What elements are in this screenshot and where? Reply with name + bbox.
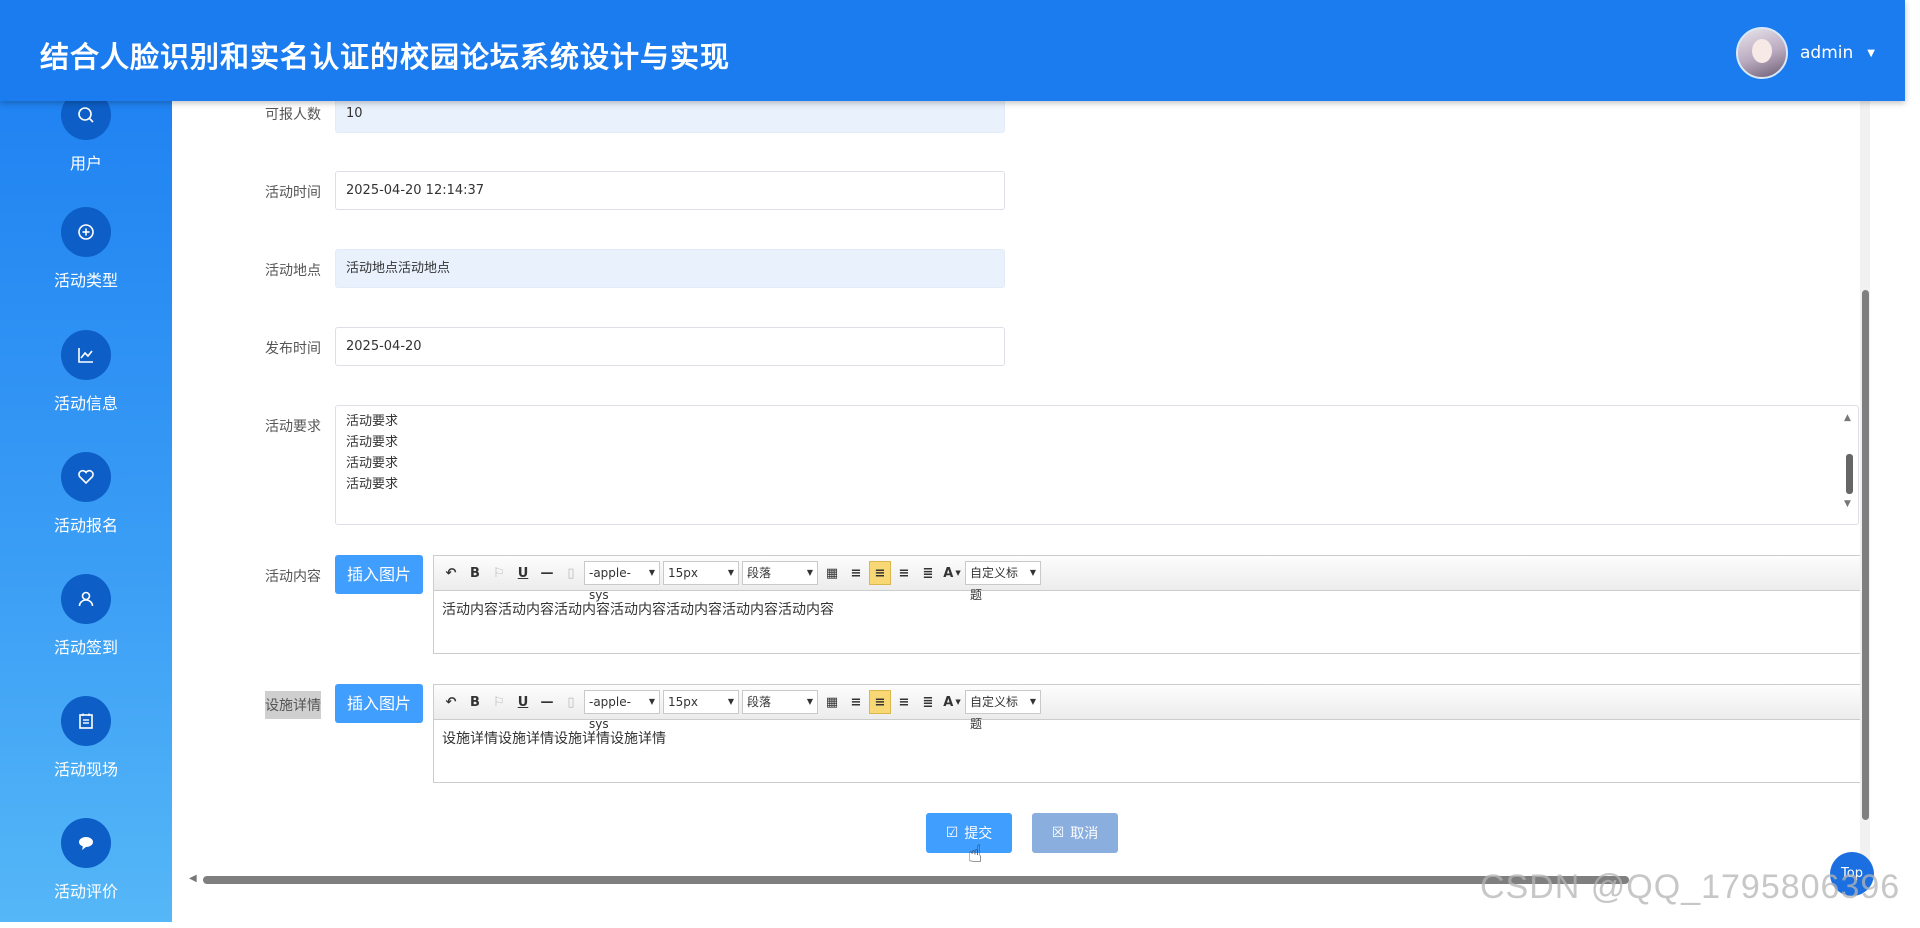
custom-title-select[interactable]: 自定义标题 ▼	[965, 561, 1041, 602]
horizontal-scroll-thumb[interactable]	[203, 876, 1629, 884]
requirements-line: 活动要求	[346, 414, 399, 429]
bold-icon[interactable]: B	[464, 561, 486, 585]
align-center-icon[interactable]: ≡	[893, 561, 915, 585]
scroll-up-icon[interactable]: ▲	[1844, 408, 1851, 429]
align-center-icon[interactable]: ≡	[893, 690, 915, 714]
insert-image-button[interactable]: 插入图片	[335, 684, 423, 723]
paste-icon[interactable]: ▯	[560, 561, 582, 585]
sidebar-item-label: 活动评价	[53, 882, 118, 901]
scroll-left-icon[interactable]: ◀	[189, 873, 197, 884]
align-right-icon[interactable]: ≡	[869, 561, 891, 585]
vertical-scroll-thumb[interactable]	[1862, 290, 1869, 820]
align-justify-icon[interactable]: ≣	[917, 690, 939, 714]
align-justify-icon[interactable]: ≣	[917, 561, 939, 585]
page-title: 结合人脸识别和实名认证的校园论坛系统设计与实现	[40, 40, 731, 74]
top-header: 结合人脸识别和实名认证的校园论坛系统设计与实现 admin ▼	[0, 0, 1905, 101]
heart-plus-icon	[61, 452, 111, 502]
table-icon[interactable]: ▦	[821, 561, 843, 585]
activity-time-input[interactable]: 2025-04-20 12:14:37	[335, 171, 1005, 210]
undo-icon[interactable]: ↶	[440, 561, 462, 585]
capacity-label: 可报人数	[265, 107, 321, 123]
horizontal-rule-icon[interactable]: —	[536, 561, 558, 585]
format-painter-icon[interactable]: ⚐	[488, 561, 510, 585]
paragraph-select[interactable]: 段落 ▼	[742, 690, 818, 714]
table-icon[interactable]: ▦	[821, 690, 843, 714]
cancel-label: 取消	[1070, 826, 1099, 842]
sidebar-item-label: 用户	[69, 154, 102, 173]
calendar-icon	[61, 696, 111, 746]
horizontal-rule-icon[interactable]: —	[536, 690, 558, 714]
sidebar-item-activity-signup[interactable]: 活动报名	[0, 452, 172, 562]
sidebar-item-activity-type[interactable]: 活动类型	[0, 207, 172, 317]
align-left-icon[interactable]: ≡	[845, 690, 867, 714]
editor-toolbar: ↶ B ⚐ U — ▯ -apple-sys ▼ 15px ▼ 段落 ▼ ▦ ≡ ≡ …	[434, 556, 1860, 602]
sidebar-item-label: 活动信息	[53, 394, 118, 413]
sidebar-item-activity-info[interactable]: 活动信息	[0, 330, 172, 440]
requirements-line: 活动要求	[346, 456, 399, 471]
underline-icon[interactable]: U	[512, 690, 534, 714]
underline-icon[interactable]: U	[512, 561, 534, 585]
custom-title-select[interactable]: 自定义标题 ▼	[965, 690, 1041, 731]
sidebar-item-label: 活动报名	[53, 516, 118, 535]
font-size-select[interactable]: 15px ▼	[663, 561, 739, 585]
line-chart-icon	[61, 330, 111, 380]
content-editor-body[interactable]: 活动内容活动内容活动内容活动内容活动内容活动内容活动内容	[434, 591, 1860, 653]
content-editor[interactable]: ↶ B ⚐ U — ▯ -apple-sys ▼ 15px ▼ 段落 ▼ ▦ ≡ ≡ …	[433, 555, 1861, 654]
requirements-line: 活动要求	[346, 477, 399, 492]
activity-location-label: 活动地点	[265, 263, 321, 279]
facilities-editor[interactable]: ↶ B ⚐ U — ▯ -apple-sys ▼ 15px ▼ 段落 ▼ ▦ ≡ ≡ …	[433, 684, 1861, 783]
requirements-line: 活动要求	[346, 435, 399, 450]
editor-toolbar: ↶ B ⚐ U — ▯ -apple-sys ▼ 15px ▼ 段落 ▼ ▦ ≡ ≡ …	[434, 685, 1860, 731]
user-icon	[61, 574, 111, 624]
watermark: CSDN @QQ_1795806396	[1480, 868, 1901, 906]
font-family-select[interactable]: -apple-sys ▼	[584, 690, 660, 731]
insert-image-button[interactable]: 插入图片	[335, 555, 423, 594]
publish-time-label: 发布时间	[265, 341, 321, 357]
textarea-scroll-thumb[interactable]	[1846, 454, 1853, 494]
username[interactable]: admin	[1800, 43, 1853, 63]
edit-icon: ☑	[945, 825, 959, 841]
requirements-label: 活动要求	[265, 419, 321, 435]
font-size-select[interactable]: 15px ▼	[663, 690, 739, 714]
sidebar-item-label: 活动现场	[53, 760, 118, 779]
user-menu[interactable]: admin ▼	[1736, 27, 1875, 79]
bold-icon[interactable]: B	[464, 690, 486, 714]
sidebar-item-activity-scene[interactable]: 活动现场	[0, 696, 172, 806]
sidebar-item-activity-review[interactable]: 活动评价	[0, 818, 172, 928]
scroll-down-icon[interactable]: ▼	[1844, 494, 1851, 515]
undo-icon[interactable]: ↶	[440, 690, 462, 714]
content-label: 活动内容	[265, 569, 321, 585]
font-family-select[interactable]: -apple-sys ▼	[584, 561, 660, 602]
sidebar-item-users[interactable]: 用户	[0, 90, 172, 200]
chat-icon	[61, 818, 111, 868]
cancel-icon: ☒	[1051, 825, 1065, 841]
paragraph-select[interactable]: 段落 ▼	[742, 561, 818, 585]
chevron-down-icon[interactable]: ▼	[1867, 48, 1875, 59]
activity-time-label: 活动时间	[265, 185, 321, 201]
avatar[interactable]	[1736, 27, 1789, 79]
plus-circle-icon	[61, 207, 111, 257]
font-color-icon[interactable]: A ▼	[941, 690, 963, 714]
pointer-cursor-icon: ☝	[968, 840, 983, 868]
facilities-label: 设施详情	[265, 691, 321, 719]
format-painter-icon[interactable]: ⚐	[488, 690, 510, 714]
requirements-textarea[interactable]: 活动要求 活动要求 活动要求 活动要求 ▲ ▼	[335, 405, 1859, 525]
sidebar-item-activity-checkin[interactable]: 活动签到	[0, 574, 172, 684]
sidebar-item-label: 活动类型	[53, 271, 118, 290]
align-left-icon[interactable]: ≡	[845, 561, 867, 585]
facilities-editor-body[interactable]: 设施详情设施详情设施详情设施详情	[434, 720, 1860, 782]
sidebar-item-label: 活动签到	[53, 638, 118, 657]
activity-location-input[interactable]: 活动地点活动地点	[335, 249, 1005, 288]
cancel-button[interactable]: ☒ 取消	[1032, 813, 1118, 853]
publish-time-input[interactable]: 2025-04-20	[335, 327, 1005, 366]
font-color-icon[interactable]: A ▼	[941, 561, 963, 585]
paste-icon[interactable]: ▯	[560, 690, 582, 714]
textarea-scrollbar[interactable]: ▲ ▼	[1842, 408, 1856, 522]
sidebar: 用户 活动类型 活动信息 活动报名 活动签到 活动现场 活动评价	[0, 0, 172, 922]
align-right-icon[interactable]: ≡	[869, 690, 891, 714]
